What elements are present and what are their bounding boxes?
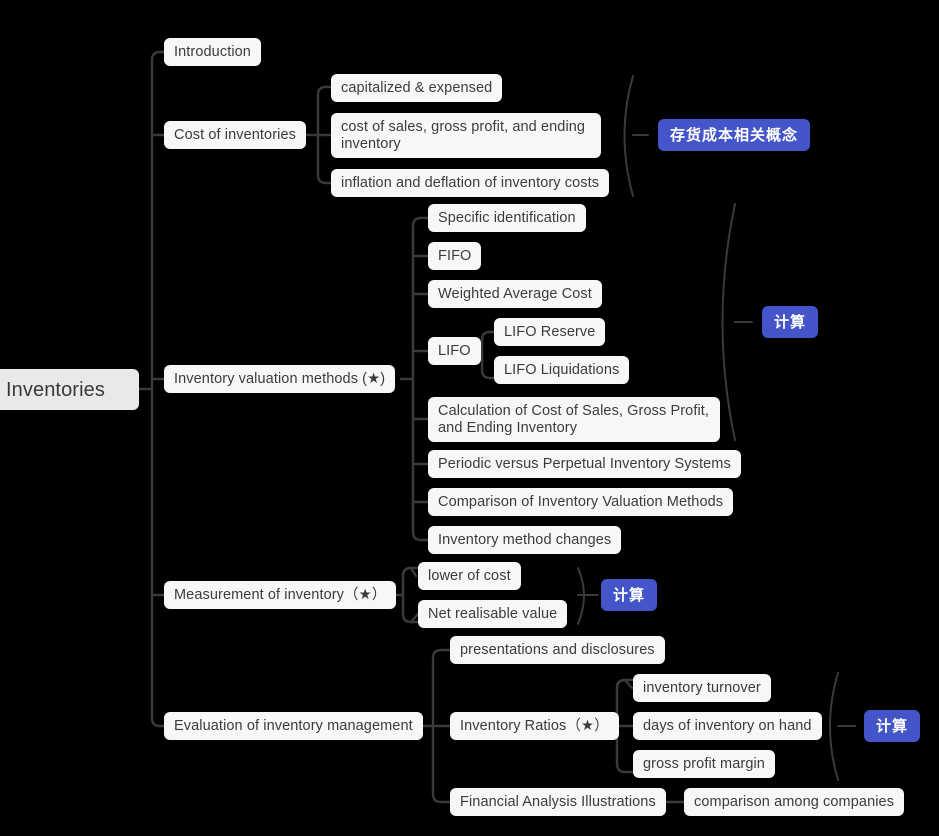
node-financial-analysis-illustrations-label: Financial Analysis Illustrations	[460, 793, 656, 810]
brace-cost	[623, 75, 634, 197]
node-specific-identification-label: Specific identification	[438, 209, 576, 226]
node-comparison-valuation-methods[interactable]: Comparison of Inventory Valuation Method…	[428, 488, 734, 516]
node-specific-identification[interactable]: Specific identification	[428, 204, 586, 232]
root-node-label: Inventories	[6, 378, 105, 401]
badge-ratios-summary[interactable]: 计算	[864, 710, 921, 742]
node-measurement-of-inventory[interactable]: Measurement of inventory（★）	[164, 581, 397, 609]
node-weighted-average-cost-label: Weighted Average Cost	[438, 285, 592, 302]
edge-eval-c1	[431, 648, 452, 660]
node-capitalized-expensed[interactable]: capitalized & expensed	[331, 74, 503, 102]
badge-measurement-summary-label: 计算	[613, 586, 646, 604]
edge-val-c1	[411, 216, 430, 228]
edge-cost-c3	[316, 173, 333, 185]
node-net-realisable-value-label: Net realisable value	[428, 605, 558, 622]
edge-lifo-c1	[480, 330, 496, 342]
node-lifo-label: LIFO	[438, 342, 471, 359]
edge-ratios-c1	[615, 678, 634, 690]
brace-valuation	[721, 203, 736, 441]
node-inventory-ratios-label: Inventory Ratios（★）	[460, 717, 609, 734]
node-cost-of-inventories-label: Cost of inventories	[174, 126, 296, 143]
badge-valuation-methods-summary-label: 计算	[774, 313, 807, 331]
brace-measurement	[577, 567, 585, 625]
edge-to-introduction	[150, 50, 166, 62]
node-lower-of-cost[interactable]: lower of cost	[418, 562, 521, 590]
node-lifo-reserve-label: LIFO Reserve	[504, 323, 596, 340]
edge-meas-c1b	[401, 566, 420, 578]
edge-eval-c3	[431, 792, 452, 804]
node-lifo-reserve[interactable]: LIFO Reserve	[494, 318, 606, 346]
root-node[interactable]: Inventories	[0, 369, 139, 410]
node-calculation-cost-of-sales-label: Calculation of Cost of Sales, Gross Prof…	[438, 403, 710, 436]
node-gross-profit-margin-label: gross profit margin	[643, 755, 765, 772]
node-presentations-disclosures[interactable]: presentations and disclosures	[450, 636, 665, 664]
badge-valuation-methods-summary[interactable]: 计算	[762, 306, 819, 338]
edge-meas-c2	[401, 612, 420, 624]
node-cost-of-inventories[interactable]: Cost of inventories	[164, 121, 306, 149]
node-periodic-vs-perpetual-label: Periodic versus Perpetual Inventory Syst…	[438, 455, 731, 472]
node-comparison-among-companies[interactable]: comparison among companies	[684, 788, 905, 816]
node-inventory-method-changes[interactable]: Inventory method changes	[428, 526, 622, 554]
node-introduction-label: Introduction	[174, 43, 251, 60]
node-inventory-turnover[interactable]: inventory turnover	[633, 674, 771, 702]
node-evaluation-of-inventory-management-label: Evaluation of inventory management	[174, 717, 413, 734]
edge-ratios-c3	[615, 762, 635, 774]
node-fifo[interactable]: FIFO	[428, 242, 482, 270]
edge-val-c8	[411, 530, 430, 542]
node-periodic-vs-perpetual[interactable]: Periodic versus Perpetual Inventory Syst…	[428, 450, 741, 478]
node-weighted-average-cost[interactable]: Weighted Average Cost	[428, 280, 602, 308]
node-capitalized-expensed-label: capitalized & expensed	[341, 79, 493, 96]
edge-to-evaluation	[150, 716, 166, 728]
node-presentations-disclosures-label: presentations and disclosures	[460, 641, 655, 658]
node-gross-profit-margin[interactable]: gross profit margin	[633, 750, 775, 778]
node-lifo-liquidations[interactable]: LIFO Liquidations	[494, 356, 630, 384]
node-days-of-inventory-on-hand-label: days of inventory on hand	[643, 717, 812, 734]
node-cost-of-sales-gross-profit[interactable]: cost of sales, gross profit, and ending …	[331, 113, 601, 158]
node-days-of-inventory-on-hand[interactable]: days of inventory on hand	[633, 712, 822, 740]
badge-cost-of-inventories-summary-label: 存货成本相关概念	[670, 126, 799, 144]
node-inventory-turnover-label: inventory turnover	[643, 679, 761, 696]
node-financial-analysis-illustrations[interactable]: Financial Analysis Illustrations	[450, 788, 666, 816]
node-lifo[interactable]: LIFO	[428, 337, 481, 365]
node-inventory-method-changes-label: Inventory method changes	[438, 531, 612, 548]
node-inflation-deflation[interactable]: inflation and deflation of inventory cos…	[331, 169, 610, 197]
node-inventory-valuation-methods-label: Inventory valuation methods (★)	[174, 370, 386, 387]
node-cost-of-sales-gross-profit-label: cost of sales, gross profit, and ending …	[341, 119, 586, 152]
node-lower-of-cost-label: lower of cost	[428, 567, 511, 584]
edge-lifo-c2	[480, 368, 496, 380]
edge-meas-c1	[401, 566, 418, 578]
edge-cost-c1	[316, 85, 333, 97]
brace-ratios	[829, 672, 839, 781]
node-inflation-deflation-label: inflation and deflation of inventory cos…	[341, 174, 600, 191]
node-inventory-ratios[interactable]: Inventory Ratios（★）	[450, 712, 619, 740]
node-calculation-cost-of-sales[interactable]: Calculation of Cost of Sales, Gross Prof…	[428, 397, 720, 442]
node-net-realisable-value[interactable]: Net realisable value	[418, 600, 568, 628]
edge-ratios-c1b	[615, 678, 635, 690]
badge-ratios-summary-label: 计算	[876, 717, 909, 735]
node-introduction[interactable]: Introduction	[164, 38, 261, 66]
node-comparison-among-companies-label: comparison among companies	[694, 793, 895, 810]
node-measurement-of-inventory-label: Measurement of inventory（★）	[174, 586, 387, 603]
node-inventory-valuation-methods[interactable]: Inventory valuation methods (★)	[164, 365, 396, 393]
mindmap-canvas: Inventories Introduction Cost of invento…	[0, 0, 939, 836]
edge-meas-c2b	[401, 612, 420, 624]
node-evaluation-of-inventory-management[interactable]: Evaluation of inventory management	[164, 712, 423, 740]
node-comparison-valuation-methods-label: Comparison of Inventory Valuation Method…	[438, 493, 724, 510]
badge-measurement-summary[interactable]: 计算	[601, 579, 658, 611]
node-lifo-liquidations-label: LIFO Liquidations	[504, 361, 620, 378]
badge-cost-of-inventories-summary[interactable]: 存货成本相关概念	[658, 119, 811, 151]
node-fifo-label: FIFO	[438, 247, 472, 264]
